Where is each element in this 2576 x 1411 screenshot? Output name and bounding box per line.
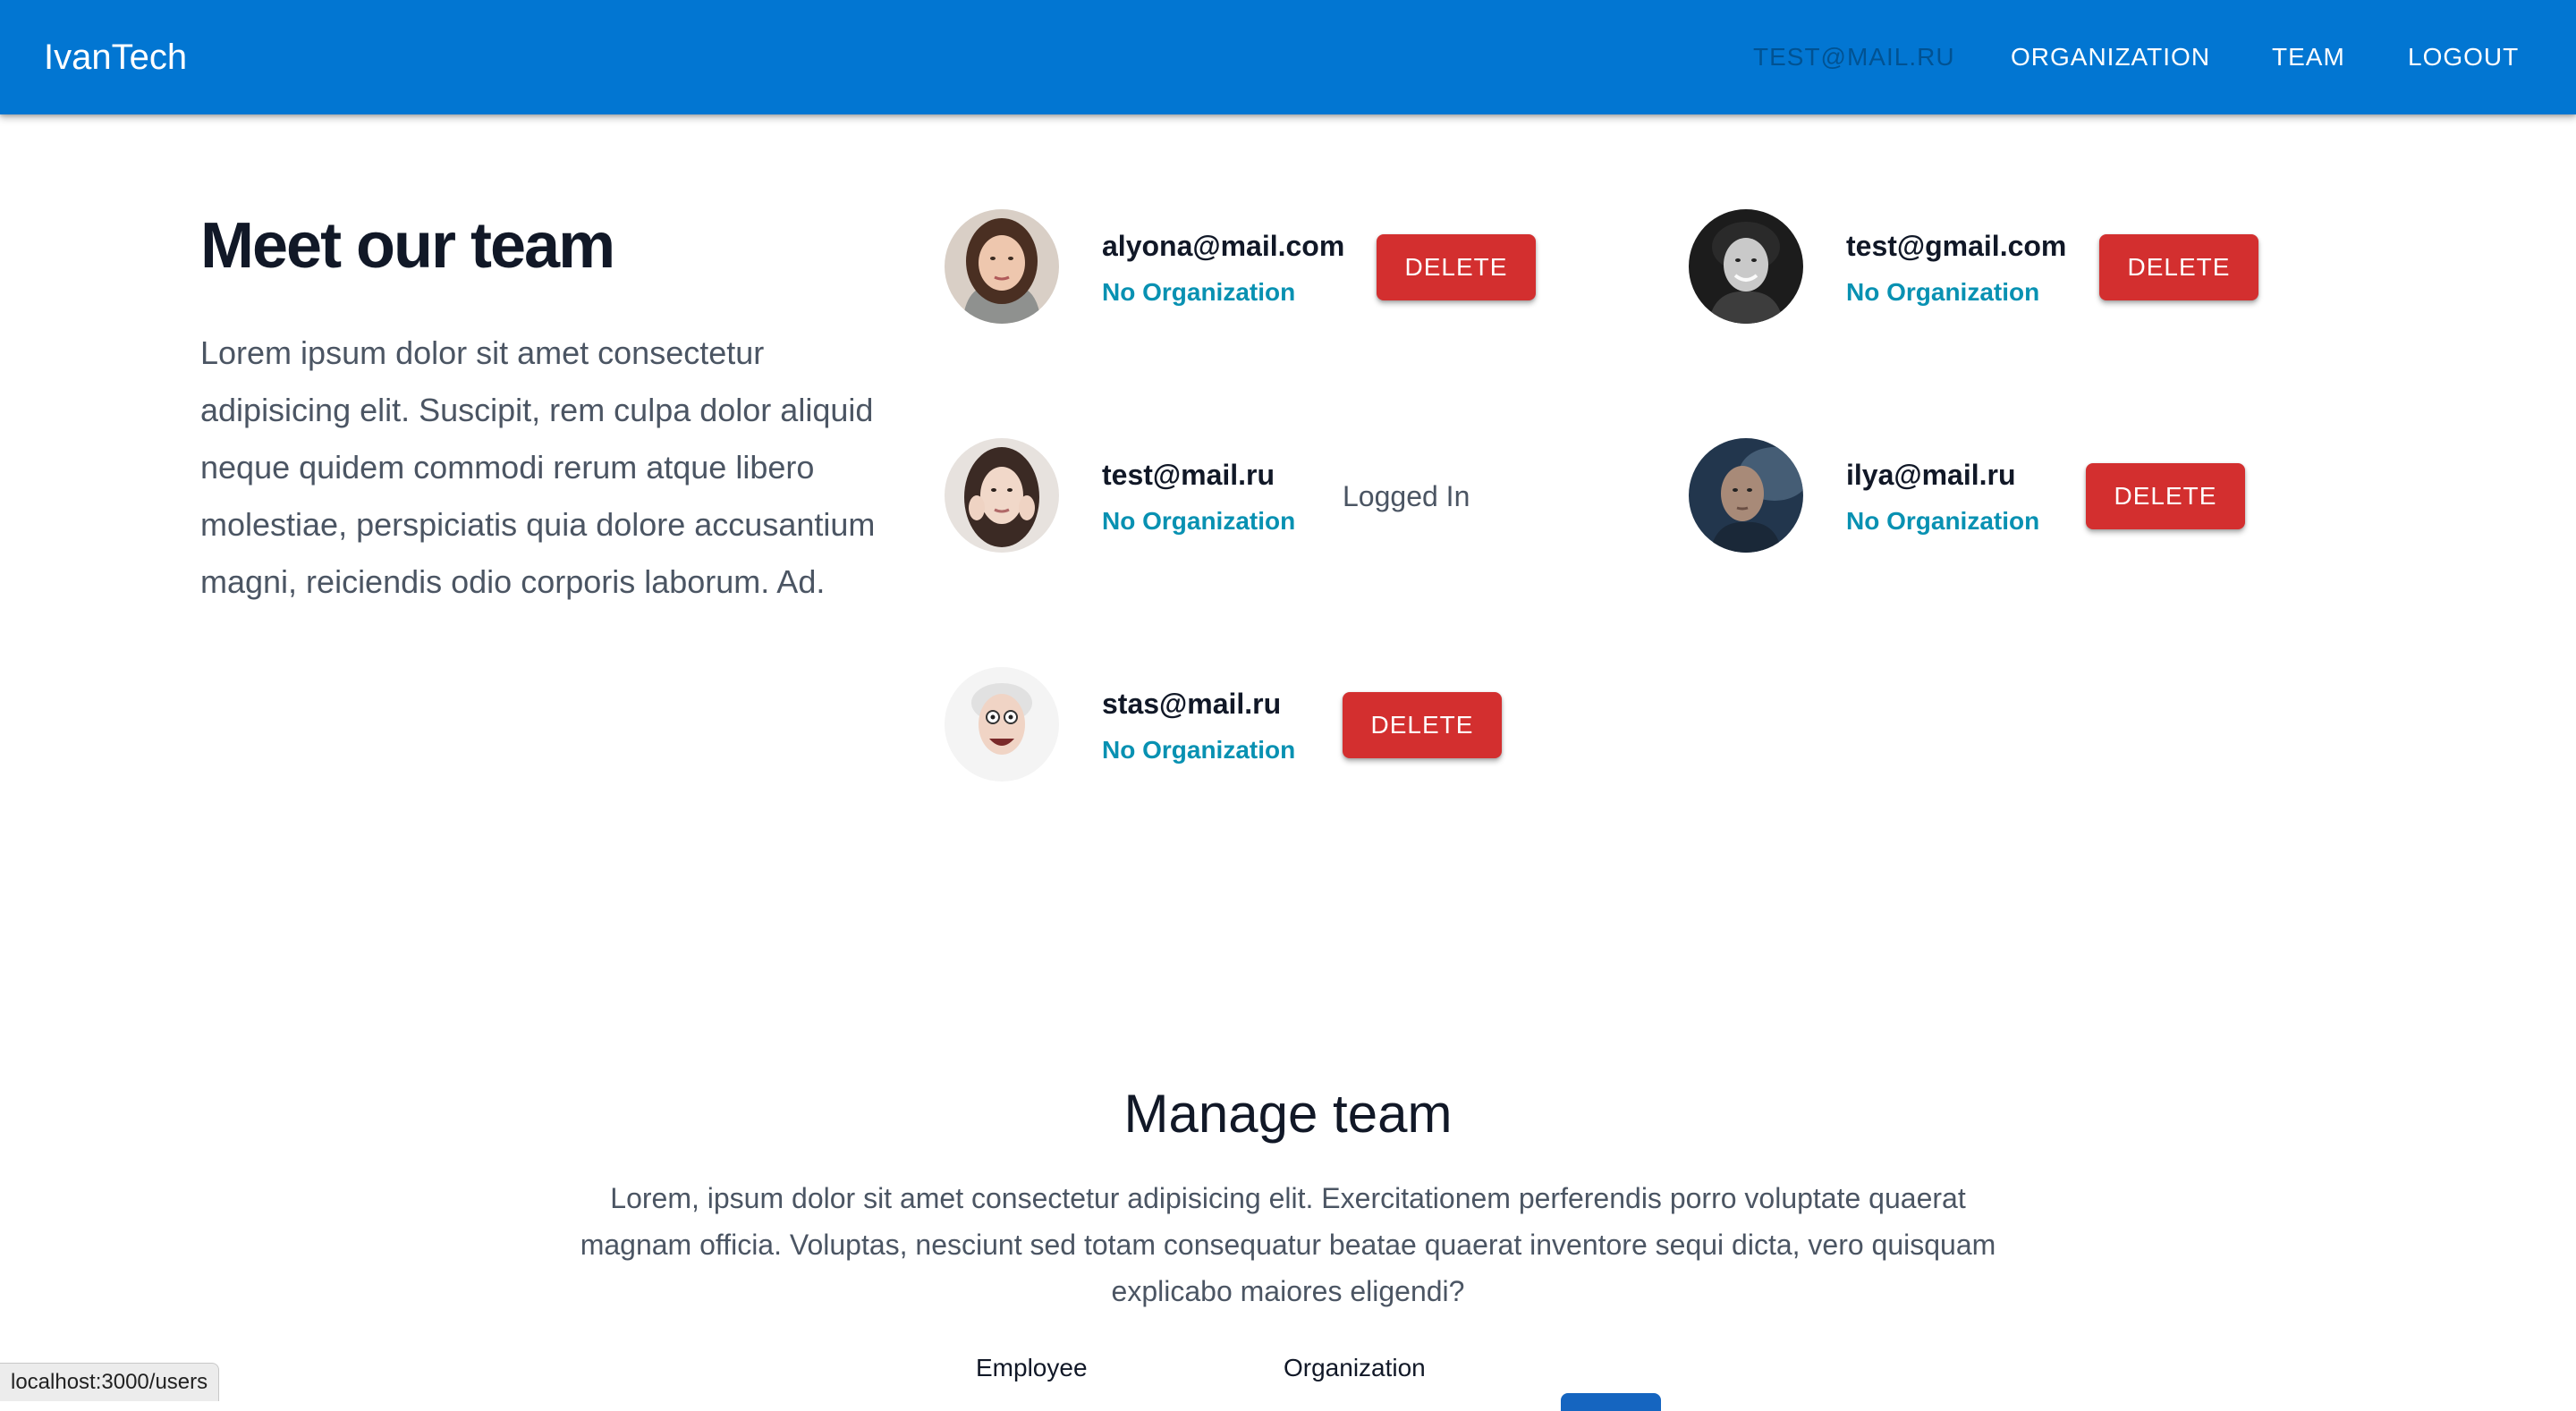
member-organization: No Organization (1846, 507, 2040, 535)
employee-column-label: Employee (976, 1354, 1088, 1381)
brand-logo[interactable]: IvanTech (44, 34, 187, 80)
manage-team-description: Lorem, ipsum dolor sit amet consectetur … (580, 1182, 1996, 1307)
member-organization: No Organization (1102, 736, 1296, 764)
member-organization: No Organization (1102, 507, 1296, 535)
hero-title: Meet our team (200, 210, 615, 282)
organization-column-label: Organization (1284, 1354, 1426, 1381)
member-organization: No Organization (1846, 278, 2040, 306)
nav-organization-link[interactable]: ORGANIZATION (2011, 41, 2210, 73)
member-email: test@gmail.com (1846, 230, 2067, 262)
avatar (1689, 209, 1803, 324)
avatar (945, 209, 1059, 324)
nav-team-link[interactable]: TEAM (2272, 41, 2345, 73)
nav-logout-link[interactable]: LOGOUT (2408, 41, 2519, 73)
avatar (945, 438, 1059, 553)
link-preview-statusbar: localhost:3000/users (0, 1363, 220, 1401)
delete-button[interactable]: DELETE (2086, 463, 2245, 529)
logged-in-status: Logged In (1343, 480, 1470, 512)
member-email: alyona@mail.com (1102, 230, 1345, 262)
member-email: ilya@mail.ru (1846, 459, 2016, 491)
avatar (1689, 438, 1803, 553)
top-app-bar: IvanTech TEST@MAIL.RU ORGANIZATION TEAM … (0, 0, 2576, 114)
member-organization: No Organization (1102, 278, 1296, 306)
hero-description: Lorem ipsum dolor sit amet consectetur a… (200, 334, 876, 600)
delete-button[interactable]: DELETE (2099, 234, 2258, 300)
submit-button[interactable] (1561, 1393, 1661, 1411)
delete-button[interactable]: DELETE (1343, 692, 1502, 758)
member-email: stas@mail.ru (1102, 688, 1282, 720)
avatar (945, 667, 1059, 782)
member-email: test@mail.ru (1102, 459, 1275, 491)
nav-current-user: TEST@MAIL.RU (1753, 43, 1955, 71)
delete-button[interactable]: DELETE (1377, 234, 1536, 300)
manage-team-title: Manage team (1123, 1084, 1453, 1144)
